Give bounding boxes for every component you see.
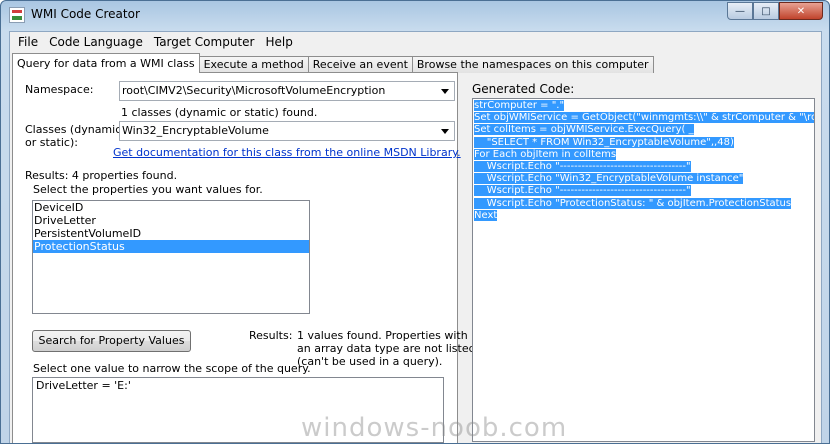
watermark: windows-noob.com xyxy=(301,413,568,443)
tab-browse-namespaces[interactable]: Browse the namespaces on this computer xyxy=(411,56,654,73)
chevron-down-icon xyxy=(441,129,449,134)
properties-results-label: Results: 4 properties found. xyxy=(25,169,178,182)
maximize-icon: □ xyxy=(761,5,771,17)
generated-code-textbox[interactable]: strComputer = "." Set objWMIService = Ge… xyxy=(472,98,815,442)
property-item-persistentvolumeid[interactable]: PersistentVolumeID xyxy=(33,227,309,240)
tab-execute-method[interactable]: Execute a method xyxy=(198,56,309,73)
menu-bar: File Code Language Target Computer Help xyxy=(10,32,821,51)
menu-help[interactable]: Help xyxy=(261,32,299,51)
code-line: Set colItems = objWMIService.ExecQuery( … xyxy=(474,124,694,136)
maximize-button[interactable]: □ xyxy=(753,2,779,20)
select-value-text: Select one value to narrow the scope of … xyxy=(33,362,311,375)
close-button[interactable]: ✕ xyxy=(779,2,823,20)
namespace-label: Namespace: xyxy=(25,83,94,96)
minimize-button[interactable]: — xyxy=(727,2,753,20)
search-property-values-button[interactable]: Search for Property Values xyxy=(32,330,191,352)
classes-label-line2: or static): xyxy=(25,136,78,149)
code-line: Wscript.Echo "ProtectionStatus: " & objI… xyxy=(474,197,792,209)
code-line: Next xyxy=(474,209,498,221)
minimize-icon: — xyxy=(735,5,745,17)
property-item-driveletter[interactable]: DriveLetter xyxy=(33,214,309,227)
code-line: "SELECT * FROM Win32_EncryptableVolume",… xyxy=(474,136,734,148)
tab-strip: Query for data from a WMI class Execute … xyxy=(12,53,654,73)
code-line: Wscript.Echo "Win32_EncryptableVolume in… xyxy=(474,173,744,185)
property-item-protectionstatus[interactable]: ProtectionStatus xyxy=(33,240,309,253)
window-title: WMI Code Creator xyxy=(31,7,140,21)
app-window: WMI Code Creator — □ ✕ File Code Languag… xyxy=(0,0,830,444)
client-area: File Code Language Target Computer Help … xyxy=(9,31,822,443)
code-line: For Each objItem in colItems xyxy=(474,148,617,160)
menu-code-language[interactable]: Code Language xyxy=(45,32,150,51)
code-line: Set objWMIService = GetObject("winmgmts:… xyxy=(474,112,814,124)
value-item[interactable]: DriveLetter = 'E:' xyxy=(33,379,443,392)
class-combo[interactable]: Win32_EncryptableVolume xyxy=(119,121,455,141)
menu-file[interactable]: File xyxy=(14,32,45,51)
tab-query-wmi-class[interactable]: Query for data from a WMI class xyxy=(12,53,200,73)
select-properties-text: Select the properties you want values fo… xyxy=(33,183,263,196)
close-icon: ✕ xyxy=(796,5,806,17)
values-results-text-3: (can't be used in a query). xyxy=(297,355,443,368)
tab-receive-event[interactable]: Receive an event xyxy=(307,56,413,73)
class-value: Win32_EncryptableVolume xyxy=(122,124,269,137)
namespace-combo[interactable]: root\CIMV2\Security\MicrosoftVolumeEncry… xyxy=(119,81,455,101)
chevron-down-icon xyxy=(441,89,449,94)
msdn-doc-link[interactable]: Get documentation for this class from th… xyxy=(113,146,461,159)
properties-listbox[interactable]: DeviceID DriveLetter PersistentVolumeID … xyxy=(32,200,310,314)
values-results-label: Results: xyxy=(249,329,293,342)
property-item-deviceid[interactable]: DeviceID xyxy=(33,201,309,214)
query-tab-panel: Namespace: root\CIMV2\Security\Microsoft… xyxy=(12,72,476,443)
generated-code-label: Generated Code: xyxy=(472,82,575,96)
app-icon xyxy=(9,7,25,23)
code-line: Wscript.Echo "--------------------------… xyxy=(474,160,691,172)
menu-target-computer[interactable]: Target Computer xyxy=(150,32,262,51)
classes-label-line1: Classes (dynamic xyxy=(25,123,122,136)
values-results-text-1: 1 values found. Properties with xyxy=(297,329,468,342)
values-results-text-2: an array data type are not listed xyxy=(297,342,476,355)
code-line: Wscript.Echo "--------------------------… xyxy=(474,185,691,197)
title-bar[interactable]: WMI Code Creator — □ ✕ xyxy=(1,1,829,29)
classes-found-text: 1 classes (dynamic or static) found. xyxy=(121,106,318,119)
namespace-value: root\CIMV2\Security\MicrosoftVolumeEncry… xyxy=(122,84,386,97)
code-line: strComputer = "." xyxy=(474,100,565,111)
